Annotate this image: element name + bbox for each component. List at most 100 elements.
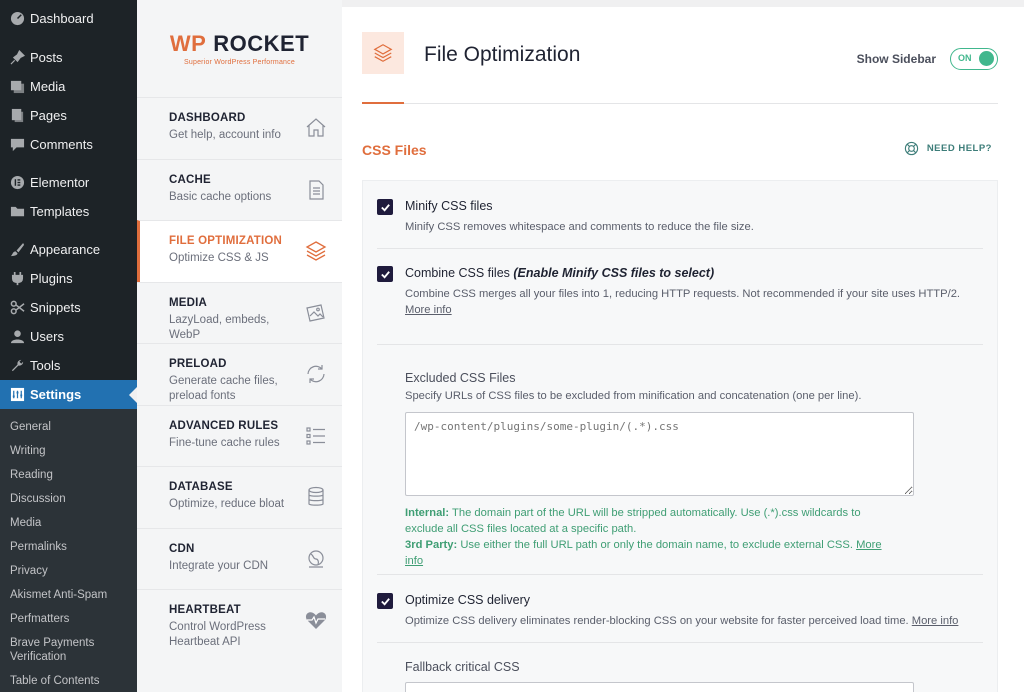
optimize-css-delivery-checkbox[interactable] — [377, 593, 393, 609]
rnav-desc: Optimize CSS & JS — [169, 252, 269, 264]
wp-menu-plugins[interactable]: Plugins — [0, 264, 137, 293]
submenu-general[interactable]: General — [0, 415, 137, 439]
combine-css-label-note: (Enable Minify CSS files to select) — [513, 266, 715, 280]
main-panel: File Optimization Show Sidebar ON CSS Fi… — [342, 7, 1024, 692]
logo-tagline: Superior WordPress Performance — [184, 59, 295, 66]
combine-css-option: Combine CSS files (Enable Minify CSS fil… — [377, 266, 983, 345]
toggle-knob — [979, 51, 994, 66]
wp-menu-appearance[interactable]: Appearance — [0, 235, 137, 264]
submenu-perfmatters[interactable]: Perfmatters — [0, 607, 137, 631]
excluded-css-textarea[interactable] — [405, 412, 914, 496]
wp-admin-menu: Dashboard Posts Media Pages Comments Ele… — [0, 0, 137, 692]
wp-menu-templates[interactable]: Templates — [0, 197, 137, 226]
wp-menu-posts[interactable]: Posts — [0, 43, 137, 72]
wp-menu-media[interactable]: Media — [0, 72, 137, 101]
lifebuoy-icon — [904, 141, 918, 156]
minify-css-desc: Minify CSS removes whitespace and commen… — [405, 221, 754, 233]
submenu-media[interactable]: Media — [0, 511, 137, 535]
home-icon — [306, 118, 326, 137]
combine-css-label: Combine CSS files (Enable Minify CSS fil… — [405, 266, 714, 280]
rnav-desc: Optimize, reduce bloat — [169, 498, 285, 510]
rnav-desc: Fine-tune cache rules — [169, 436, 280, 449]
wp-menu-label: Templates — [30, 204, 90, 219]
optimize-css-delivery-label: Optimize CSS delivery — [405, 593, 531, 607]
submenu-reading[interactable]: Reading — [0, 463, 137, 487]
settings-submenu: General Writing Reading Discussion Media… — [0, 409, 137, 692]
rocket-nav-database[interactable]: DATABASE Optimize, reduce bloat — [137, 466, 342, 528]
submenu-table-of-contents[interactable]: Table of Contents — [0, 669, 137, 692]
rocket-nav-file-optimization[interactable]: FILE OPTIMIZATION Optimize CSS & JS — [137, 220, 342, 282]
excluded-css-help: Internal: The domain part of the URL wil… — [405, 505, 895, 569]
internal-text: The domain part of the URL will be strip… — [405, 507, 861, 535]
wp-rocket-logo: WP ROCKET Superior WordPress Performance — [137, 0, 342, 97]
css-options-panel: Minify CSS files Minify CSS removes whit… — [362, 180, 998, 692]
user-icon — [8, 328, 26, 346]
rocket-nav-advanced-rules[interactable]: ADVANCED RULES Fine-tune cache rules — [137, 404, 342, 467]
need-help-label: NEED HELP? — [926, 143, 992, 154]
rocket-navigation: WP ROCKET Superior WordPress Performance… — [137, 0, 342, 692]
dashboard-icon — [8, 10, 26, 28]
fallback-critical-css-option: Fallback critical CSS — [377, 643, 983, 692]
excluded-css-desc: Specify URLs of CSS files to be excluded… — [405, 390, 862, 402]
optimize-more-info-link[interactable]: More info — [912, 615, 959, 627]
plug-icon — [8, 270, 26, 288]
combine-css-desc-text: Combine CSS merges all your files into 1… — [405, 288, 961, 300]
internal-label: Internal: — [405, 507, 450, 519]
submenu-privacy[interactable]: Privacy — [0, 559, 137, 583]
wp-menu-tools[interactable]: Tools — [0, 351, 137, 380]
optimize-css-delivery-option: Optimize CSS delivery Optimize CSS deliv… — [377, 593, 983, 643]
rocket-nav-cache[interactable]: CACHE Basic cache options — [137, 158, 342, 221]
excluded-css-option: Excluded CSS Files Specify URLs of CSS f… — [377, 345, 983, 575]
toggle-text: ON — [958, 53, 972, 63]
media-icon — [8, 78, 26, 96]
combine-css-desc: Combine CSS merges all your files into 1… — [405, 286, 990, 318]
submenu-brave-payments[interactable]: Brave Payments Verification — [0, 631, 110, 669]
rocket-nav-heartbeat[interactable]: HEARTBEAT Control WordPress Heartbeat AP… — [137, 589, 342, 651]
settings-icon — [8, 386, 26, 404]
scissors-icon — [8, 299, 26, 317]
wrench-icon — [8, 357, 26, 375]
rocket-nav-cdn[interactable]: CDN Integrate your CDN — [137, 527, 342, 590]
wp-menu-label: Dashboard — [30, 11, 94, 26]
combine-more-info-link[interactable]: More info — [405, 304, 452, 316]
globe-icon — [308, 549, 324, 568]
wp-menu-comments[interactable]: Comments — [0, 130, 137, 159]
submenu-writing[interactable]: Writing — [0, 439, 137, 463]
rocket-nav-media[interactable]: MEDIA LazyLoad, embeds, WebP — [137, 281, 342, 344]
wp-menu-settings[interactable]: Settings — [0, 380, 137, 409]
logo-rocket-text: ROCKET — [213, 31, 310, 56]
wp-menu-label: Plugins — [30, 271, 73, 286]
logo-wp-text: WP — [169, 31, 207, 56]
section-title: CSS Files — [362, 142, 427, 158]
checkmark-icon — [380, 203, 390, 212]
wp-menu-users[interactable]: Users — [0, 322, 137, 351]
rocket-nav-preload[interactable]: PRELOAD Generate cache files, preload fo… — [137, 343, 342, 405]
wp-menu-snippets[interactable]: Snippets — [0, 293, 137, 322]
wp-menu-dashboard[interactable]: Dashboard — [0, 4, 137, 33]
wp-menu-label: Tools — [30, 358, 61, 373]
fallback-critical-css-textarea[interactable] — [405, 682, 914, 692]
show-sidebar-toggle[interactable]: ON — [950, 48, 998, 70]
combine-css-checkbox[interactable] — [377, 266, 393, 282]
rnav-desc: Get help, account info — [169, 129, 281, 141]
wp-menu-label: Settings — [30, 387, 82, 402]
fallback-critical-css-title: Fallback critical CSS — [405, 660, 520, 674]
rocket-nav-dashboard[interactable]: DASHBOARD Get help, account info — [137, 97, 342, 159]
submenu-permalinks[interactable]: Permalinks — [0, 535, 137, 559]
wp-menu-elementor[interactable]: Elementor — [0, 168, 137, 197]
brush-icon — [8, 241, 26, 259]
wp-menu-pages[interactable]: Pages — [0, 101, 137, 130]
third-party-text: Use either the full URL path or only the… — [460, 539, 853, 551]
submenu-akismet[interactable]: Akismet Anti-Spam — [0, 583, 137, 607]
heartbeat-icon — [305, 612, 327, 629]
minify-css-label: Minify CSS files — [405, 199, 493, 213]
need-help-button[interactable]: NEED HELP? — [904, 141, 992, 156]
wp-menu-label: Snippets — [30, 300, 81, 315]
checkmark-icon — [380, 270, 390, 279]
header-underline — [362, 102, 404, 104]
excluded-css-title: Excluded CSS Files — [405, 371, 516, 385]
minify-css-checkbox[interactable] — [377, 199, 393, 215]
submenu-discussion[interactable]: Discussion — [0, 487, 137, 511]
wp-menu-label: Posts — [30, 50, 63, 65]
optimize-css-delivery-desc-text: Optimize CSS delivery eliminates render-… — [405, 615, 909, 627]
